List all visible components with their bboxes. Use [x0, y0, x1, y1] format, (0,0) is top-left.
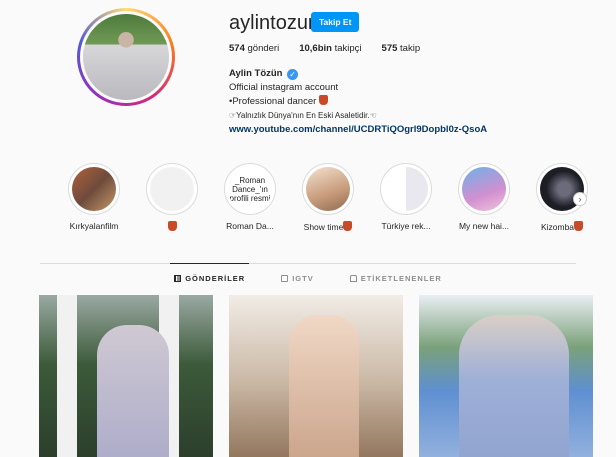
highlight-ring	[458, 163, 510, 215]
posts-count-label: gönderi	[247, 43, 280, 54]
dancer-emoji-icon	[167, 221, 177, 231]
highlight-item[interactable]: Kizomba	[523, 163, 601, 232]
verified-icon: ✓	[287, 69, 299, 80]
highlight-ring	[380, 163, 432, 215]
tv-icon	[281, 275, 289, 282]
tabs-divider	[40, 263, 576, 264]
photo-detail	[97, 325, 169, 457]
highlight-thumbnail	[384, 167, 428, 211]
post-thumbnail[interactable]	[419, 295, 593, 457]
highlight-item[interactable]	[133, 163, 211, 232]
highlight-ring	[536, 163, 588, 215]
tab-posts[interactable]: GÖNDERİLER	[170, 263, 250, 283]
photo-detail	[289, 315, 359, 457]
following-count-label: takip	[400, 43, 421, 54]
chevron-right-icon[interactable]: ›	[573, 192, 587, 206]
post-thumbnail[interactable]	[229, 295, 403, 457]
username: aylintozun	[229, 12, 320, 34]
highlight-thumbnail	[150, 167, 194, 211]
tab-tagged[interactable]: ETİKETLENENLER	[349, 274, 442, 283]
posts-count[interactable]: 574 gönderi	[229, 43, 279, 54]
highlight-label: Show time	[303, 222, 344, 232]
highlight-item[interactable]: _Roman Dance_'ın profili resmi Roman Da.…	[211, 163, 289, 232]
profile-tabs: GÖNDERİLER IGTV ETİKETLENENLER	[0, 263, 616, 283]
bio-line-2-row: •Professional dancer	[229, 95, 487, 109]
highlight-item[interactable]: My new hai...	[445, 163, 523, 232]
highlight-ring: _Roman Dance_'ın profili resmi	[224, 163, 276, 215]
tab-posts-label: GÖNDERİLER	[185, 274, 246, 283]
highlight-item[interactable]: Show time	[289, 163, 367, 232]
highlight-label: Kizomba	[540, 222, 575, 232]
bio-line-1: Official instagram account	[229, 82, 339, 93]
followers-count-value: 10,6bin	[299, 43, 332, 54]
dancer-emoji-icon	[574, 221, 584, 231]
highlight-label: Türkiye rek...	[381, 221, 431, 231]
highlight-label: Roman Da...	[226, 221, 274, 231]
post-thumbnail[interactable]	[39, 295, 213, 457]
followers-count[interactable]: 10,6bin takipçi	[299, 43, 361, 54]
bio-line-2: •Professional dancer	[229, 96, 317, 107]
avatar-frame	[80, 11, 172, 103]
dancer-emoji-icon	[343, 221, 353, 231]
following-count[interactable]: 575 takip	[382, 43, 421, 54]
highlight-thumbnail	[306, 167, 350, 211]
full-name: Aylin Tözün	[229, 68, 283, 79]
tab-tagged-label: ETİKETLENENLER	[360, 274, 442, 283]
avatar[interactable]	[83, 14, 169, 100]
follow-button[interactable]: Takip Et	[311, 12, 360, 32]
grid-icon	[174, 275, 182, 282]
dancer-emoji-icon	[318, 95, 328, 105]
highlight-label-row: Kizomba	[523, 221, 601, 232]
highlight-ring	[146, 163, 198, 215]
highlight-thumbnail	[72, 167, 116, 211]
tag-icon	[349, 275, 357, 282]
profile-bio: Aylin Tözün ✓ Official instagram account…	[229, 67, 487, 137]
bio-line-3: ☞Yalnızlık Dünya'nın En Eski Asaletidir.…	[229, 111, 377, 120]
highlight-ring	[68, 163, 120, 215]
highlight-item[interactable]: Kırkyalanfilm	[55, 163, 133, 232]
highlight-label	[133, 221, 211, 232]
posts-count-value: 574	[229, 43, 245, 54]
highlight-item[interactable]: Türkiye rek...	[367, 163, 445, 232]
tab-igtv-label: IGTV	[292, 274, 314, 283]
highlight-label-row: Show time	[289, 221, 367, 232]
highlight-label: Kırkyalanfilm	[69, 221, 119, 231]
story-highlights: Kırkyalanfilm _Roman Dance_'ın profili r…	[55, 163, 601, 232]
photo-detail	[57, 295, 77, 457]
highlight-label: My new hai...	[458, 221, 510, 231]
followers-count-label: takipçi	[334, 43, 362, 54]
following-count-value: 575	[381, 43, 398, 54]
bio-link[interactable]: www.youtube.com/channel/UCDRTiQOgrl9Dopb…	[229, 123, 487, 137]
highlight-thumbnail-text: _Roman Dance_'ın profili resmi	[228, 167, 272, 211]
posts-grid	[39, 295, 593, 457]
profile-stats: 574 gönderi 10,6bin takipçi 575 takip	[229, 43, 420, 54]
tab-igtv[interactable]: IGTV	[281, 274, 314, 283]
highlight-ring	[302, 163, 354, 215]
highlight-thumbnail	[462, 167, 506, 211]
photo-detail	[459, 315, 569, 457]
profile-avatar-ring[interactable]	[77, 8, 175, 106]
